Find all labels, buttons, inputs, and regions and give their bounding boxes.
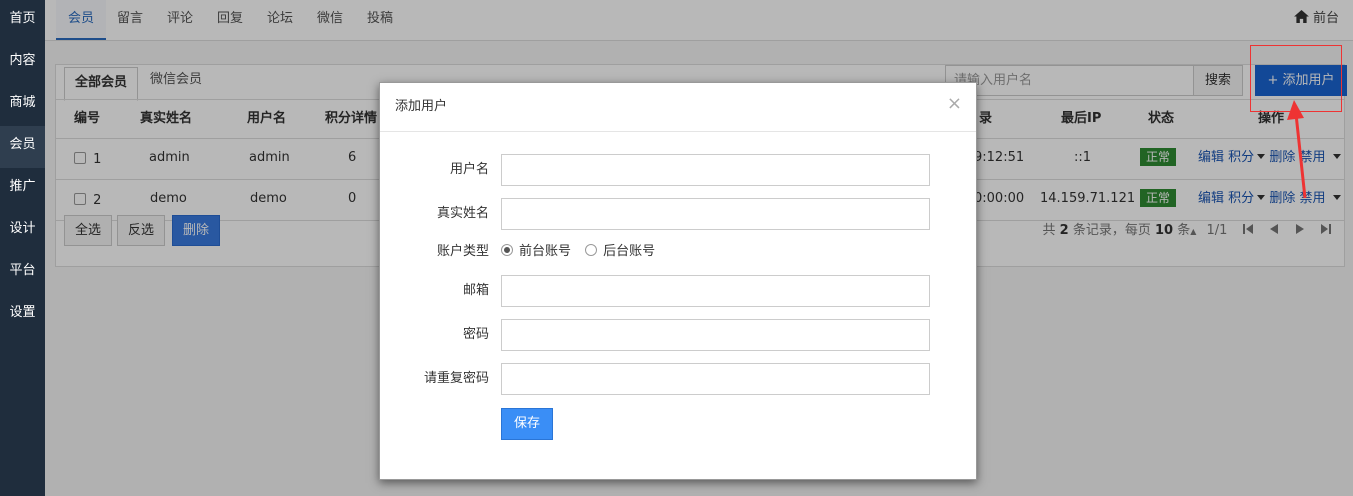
sidebar-item-platform[interactable]: 平台 (0, 252, 45, 294)
sidebar: 首页 内容 商城 会员 推广 设计 平台 设置 (0, 0, 45, 496)
email-label: 邮箱 (462, 283, 489, 298)
username-field[interactable] (501, 154, 930, 186)
radio-back-account[interactable]: 后台账号 (585, 244, 655, 259)
save-button[interactable]: 保存 (501, 408, 553, 440)
add-user-modal: 添加用户 × 用户名 真实姓名 账户类型 前台账号 后台账号 邮箱 密码 请重复… (379, 82, 977, 480)
close-icon[interactable]: × (947, 93, 962, 114)
modal-title: 添加用户 (380, 83, 976, 132)
annotation-arrow-icon (1287, 100, 1307, 199)
radio-checked-icon (501, 244, 513, 256)
sidebar-item-design[interactable]: 设计 (0, 210, 45, 252)
sidebar-item-member[interactable]: 会员 (0, 126, 45, 168)
radio-front-account[interactable]: 前台账号 (501, 244, 571, 259)
password-label: 密码 (462, 327, 489, 342)
account-type-label: 账户类型 (436, 244, 489, 259)
account-type-group: 前台账号 后台账号 (501, 236, 655, 268)
sidebar-item-home[interactable]: 首页 (0, 0, 45, 42)
email-field[interactable] (501, 275, 930, 307)
radio-front-label: 前台账号 (519, 244, 572, 259)
sidebar-item-settings[interactable]: 设置 (0, 294, 45, 336)
realname-label: 真实姓名 (436, 206, 489, 221)
sidebar-item-shop[interactable]: 商城 (0, 84, 45, 126)
sidebar-item-promotion[interactable]: 推广 (0, 168, 45, 210)
password-repeat-field[interactable] (501, 363, 930, 395)
sidebar-item-content[interactable]: 内容 (0, 42, 45, 84)
password-repeat-label: 请重复密码 (423, 371, 489, 386)
password-field[interactable] (501, 319, 930, 351)
radio-back-label: 后台账号 (603, 244, 656, 259)
realname-field[interactable] (501, 198, 930, 230)
username-label: 用户名 (449, 162, 489, 177)
radio-unchecked-icon (585, 244, 598, 256)
